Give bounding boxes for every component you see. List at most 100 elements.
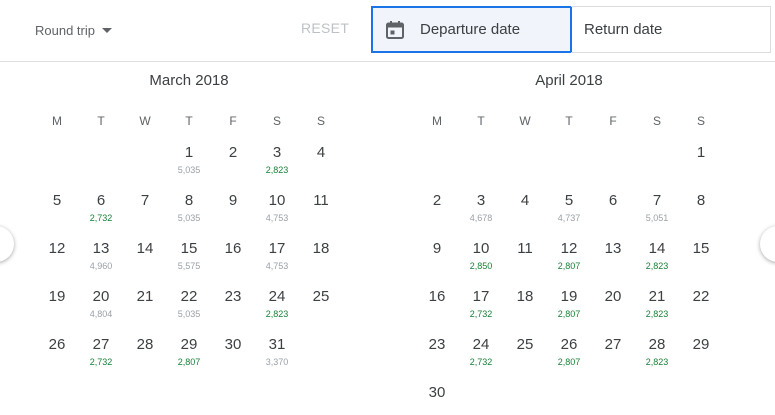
return-date-field[interactable]: Return date [571,6,771,53]
calendar-day[interactable]: 12 [35,240,79,284]
weekday-header: T [97,114,105,128]
day-number: 23 [428,336,446,353]
calendar-day[interactable]: 4 [503,192,547,236]
day-number: 18 [312,240,330,257]
calendar-day[interactable]: 11 [503,240,547,284]
day-price: 4,753 [265,261,289,271]
calendar-day[interactable]: 27 [591,336,635,380]
calendar-day[interactable]: 23 [211,288,255,332]
calendar-day[interactable]: 17 2,732 [459,288,503,332]
day-number: 26 [560,336,578,353]
calendar-day[interactable]: 29 2,807 [167,336,211,380]
day-price: 5,575 [177,261,201,271]
calendar-day[interactable]: 26 2,807 [547,336,591,380]
calendar-day[interactable]: 9 [415,240,459,284]
calendar-day[interactable]: 2 [211,144,255,188]
calendar-day[interactable]: 13 [591,240,635,284]
departure-date-field[interactable]: Departure date [371,6,572,53]
calendar-day[interactable]: 17 4,753 [255,240,299,284]
calendar-day[interactable]: 22 5,035 [167,288,211,332]
calendar-day[interactable]: 18 [299,240,343,284]
calendar-day[interactable]: 15 [679,240,723,284]
calendar-day[interactable]: 14 2,823 [635,240,679,284]
calendar-day[interactable]: 28 2,823 [635,336,679,380]
day-number: 22 [180,288,198,305]
calendar-day[interactable]: 10 4,753 [255,192,299,236]
calendar-day[interactable]: 19 2,807 [547,288,591,332]
calendar-day[interactable]: 26 [35,336,79,380]
calendar-day[interactable]: 1 5,035 [167,144,211,188]
calendar-day[interactable]: 24 2,823 [255,288,299,332]
calendar-day[interactable]: 25 [299,288,343,332]
calendar-day[interactable]: 16 [211,240,255,284]
calendar-day[interactable]: 16 [415,288,459,332]
day-number: 8 [184,192,194,209]
calendar-day[interactable]: 12 2,807 [547,240,591,284]
calendar-day[interactable]: 24 2,732 [459,336,503,380]
day-price: 2,823 [645,309,669,319]
day-number: 10 [268,192,286,209]
day-number: 20 [604,288,622,305]
calendar-day[interactable]: 8 [679,192,723,236]
day-number: 23 [224,288,242,305]
weekday-header: S [696,114,705,128]
calendar-day[interactable]: 30 [211,336,255,380]
day-number: 12 [560,240,578,257]
calendar-day[interactable]: 28 [123,336,167,380]
day-number: 27 [92,336,110,353]
day-price: 3,370 [265,357,289,367]
calendar-day[interactable]: 9 [211,192,255,236]
calendar-day[interactable]: 23 [415,336,459,380]
trip-type-dropdown[interactable]: Round trip [35,20,112,40]
weekday-header: M [432,114,442,128]
calendar-day[interactable]: 30 [415,384,459,415]
calendar-day[interactable]: 1 [679,144,723,188]
calendar-day[interactable]: 22 [679,288,723,332]
calendar-day[interactable]: 15 5,575 [167,240,211,284]
calendar-day[interactable]: 14 [123,240,167,284]
calendar-day[interactable]: 2 [415,192,459,236]
calendar-day[interactable]: 21 2,823 [635,288,679,332]
calendar-day[interactable]: 19 [35,288,79,332]
calendar-day[interactable]: 3 2,823 [255,144,299,188]
day-number: 24 [268,288,286,305]
calendar-day[interactable]: 3 4,678 [459,192,503,236]
day-number: 9 [228,192,238,209]
calendar-day[interactable]: 5 [35,192,79,236]
day-number: 3 [476,192,486,209]
next-month-button[interactable] [760,226,775,262]
day-number: 28 [136,336,154,353]
weekday-header: S [652,114,661,128]
calendar-day[interactable]: 7 [123,192,167,236]
day-number: 24 [472,336,490,353]
day-number: 12 [48,240,66,257]
calendar-day[interactable]: 8 5,035 [167,192,211,236]
calendar-day[interactable]: 21 [123,288,167,332]
day-number: 26 [48,336,66,353]
day-price: 2,850 [469,261,493,271]
calendar-day[interactable]: 13 4,960 [79,240,123,284]
previous-month-button[interactable] [0,226,14,262]
calendar-day[interactable]: 25 [503,336,547,380]
calendar-day[interactable]: 10 2,850 [459,240,503,284]
calendar-day[interactable]: 5 4,737 [547,192,591,236]
calendar-day[interactable]: 7 5,051 [635,192,679,236]
calendar-day[interactable]: 29 [679,336,723,380]
calendar-day[interactable]: 18 [503,288,547,332]
calendar-day[interactable]: 20 4,804 [79,288,123,332]
calendar-day[interactable]: 6 2,732 [79,192,123,236]
day-price: 4,678 [469,213,493,223]
calendar-day[interactable]: 4 [299,144,343,188]
calendar-day[interactable]: 11 [299,192,343,236]
calendar-day[interactable]: 27 2,732 [79,336,123,380]
day-number: 17 [472,288,490,305]
month-title: March 2018 [149,72,229,89]
month-title: April 2018 [535,72,603,89]
day-number: 15 [692,240,710,257]
day-number: 8 [696,192,706,209]
reset-button[interactable]: RESET [301,20,349,36]
calendar-day[interactable]: 20 [591,288,635,332]
calendar-day[interactable]: 6 [591,192,635,236]
calendar-day[interactable]: 31 3,370 [255,336,299,380]
day-price: 2,807 [557,261,581,271]
